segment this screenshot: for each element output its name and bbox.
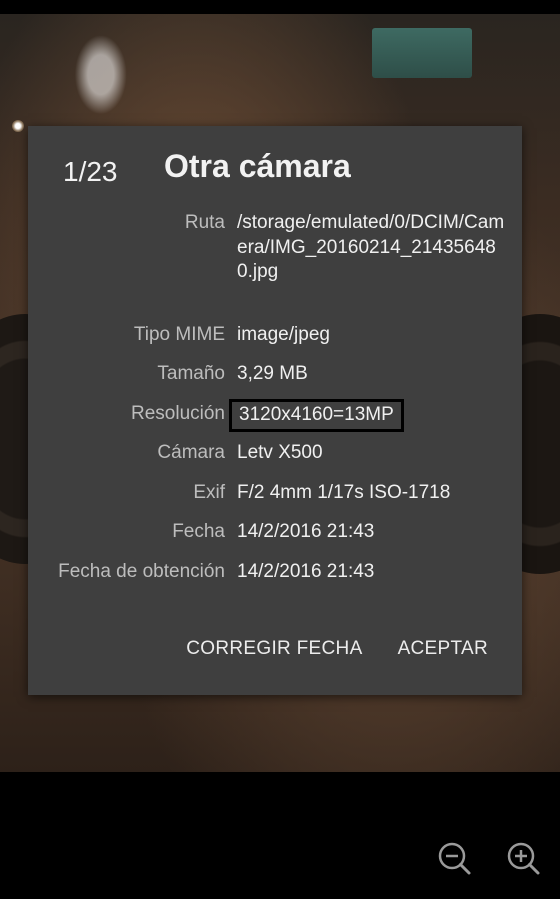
detail-label: Fecha de obtención	[58, 561, 225, 582]
detail-value: Letv X500	[237, 442, 323, 463]
detail-value: /storage/emulated/0/DCIM/Camera/IMG_2016…	[237, 212, 505, 282]
zoom-out-icon[interactable]	[436, 840, 472, 876]
detail-value: image/jpeg	[237, 324, 330, 345]
detail-label: Resolución	[131, 403, 225, 424]
details-dialog: 1/23 Otra cámara Ruta /storage/emulated/…	[28, 126, 522, 695]
screen: 1/23 Otra cámara Ruta /storage/emulated/…	[0, 0, 560, 899]
detail-value: 3,29 MB	[237, 363, 308, 384]
dialog-title: Otra cámara	[164, 148, 351, 184]
photo-detail-screen	[372, 28, 472, 78]
detail-label: Tamaño	[157, 363, 225, 384]
detail-label: Tipo MIME	[133, 324, 225, 345]
detail-label: Exif	[193, 482, 225, 503]
fix-date-button[interactable]: CORREGIR FECHA	[186, 638, 362, 660]
photo-detail-light	[12, 120, 24, 132]
resolution-value-highlighted: 3120x4160=13MP	[229, 399, 404, 432]
accept-button[interactable]: ACEPTAR	[398, 638, 488, 660]
detail-value: F/2 4mm 1/17s ISO-1718	[237, 482, 451, 503]
zoom-in-icon[interactable]	[505, 840, 541, 876]
detail-value: 14/2/2016 21:43	[237, 521, 375, 542]
detail-label: Fecha	[172, 521, 225, 542]
detail-label: Cámara	[157, 442, 225, 463]
detail-label: Ruta	[184, 212, 225, 233]
dialog-buttons: CORREGIR FECHA ACEPTAR	[186, 638, 488, 660]
image-counter: 1/23	[63, 156, 118, 187]
detail-value: 14/2/2016 21:43	[237, 561, 375, 582]
